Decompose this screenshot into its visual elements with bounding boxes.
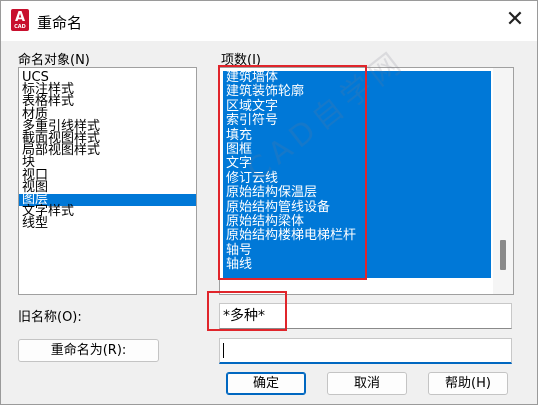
item-entry[interactable]: 原始结构梁体: [223, 214, 491, 229]
dialog-title: 重命名: [37, 14, 83, 32]
old-name-field: *多种*: [219, 303, 512, 329]
ok-button[interactable]: 确定: [226, 372, 306, 395]
autocad-app-icon: A CAD: [11, 9, 29, 31]
named-objects-label: 命名对象(N): [18, 53, 90, 68]
item-entry[interactable]: 原始结构楼梯电梯栏杆: [223, 228, 491, 243]
item-entry[interactable]: 修订云线: [223, 171, 491, 186]
rename-to-button[interactable]: 重命名为(R):: [18, 339, 159, 362]
named-object-item[interactable]: 局部视图样式: [19, 144, 196, 157]
scrollbar-thumb[interactable]: [500, 240, 506, 270]
old-name-label: 旧名称(O):: [18, 310, 82, 325]
rename-to-input[interactable]: [219, 338, 512, 364]
items-list-selection: 建筑墙体 建筑装饰轮廓 区域文字 索引符号 填充 图框 文字 修订云线 原始结构保温层 原始结构管…: [223, 71, 491, 278]
items-list-scrollbar[interactable]: [493, 68, 513, 294]
app-icon-sub: CAD: [14, 24, 26, 30]
cancel-button[interactable]: 取消: [327, 372, 407, 395]
item-entry[interactable]: 轴号: [223, 243, 491, 258]
items-list[interactable]: 建筑墙体 建筑装饰轮廓 区域文字 索引符号 填充 图框 文字 修订云线 原始结构保温层 原始结构管…: [219, 67, 514, 295]
text-caret: [223, 343, 224, 358]
item-entry[interactable]: 索引符号: [223, 113, 491, 128]
item-entry[interactable]: 文字: [223, 156, 491, 171]
named-objects-list[interactable]: UCS 标注样式 表格样式 材质 多重引线样式 截面视图样式 局部视图样式块视口 视图 图层 文字…: [18, 67, 197, 295]
item-entry[interactable]: 区域文字: [223, 99, 491, 114]
rename-dialog: A CAD 重命名 ✕ 命名对象(N) 项数(I) UCS 标注样式 表格样式 材质多…: [0, 0, 538, 405]
named-object-item[interactable]: 线型: [19, 217, 196, 230]
item-entry[interactable]: 建筑装饰轮廓: [223, 84, 491, 99]
item-entry[interactable]: 图框: [223, 142, 491, 157]
close-icon[interactable]: ✕: [501, 7, 529, 35]
item-entry[interactable]: 轴线: [223, 257, 491, 272]
item-entry[interactable]: 填充: [223, 128, 491, 143]
items-label: 项数(I): [221, 53, 261, 68]
app-icon-letter: A: [14, 10, 26, 25]
item-entry[interactable]: 原始结构保温层: [223, 185, 491, 200]
help-button[interactable]: 帮助(H): [428, 372, 508, 395]
item-entry[interactable]: 原始结构管线设备: [223, 200, 491, 215]
title-bar: A CAD 重命名 ✕: [1, 1, 537, 41]
